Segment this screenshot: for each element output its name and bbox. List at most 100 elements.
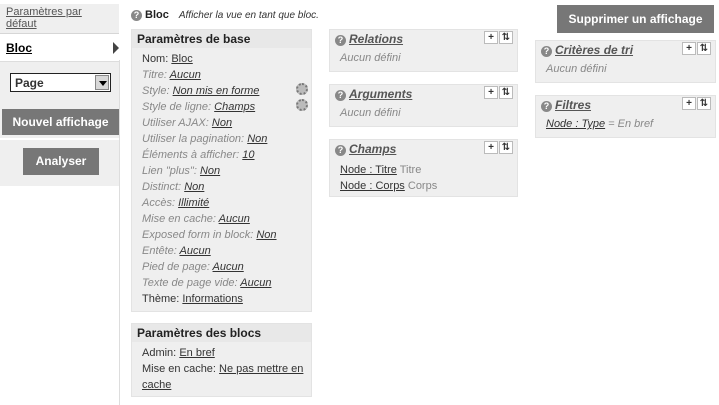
setting-label: Mise en cache: — [142, 213, 216, 225]
display-type-value: Page — [15, 76, 44, 90]
block-cache-row-cont: cache — [132, 377, 311, 393]
setting-label: Style de ligne: — [142, 101, 212, 113]
gear-icon[interactable] — [296, 99, 308, 111]
filter-link[interactable]: Node : Type — [546, 118, 605, 130]
display-type-select[interactable]: Page — [10, 73, 111, 92]
block-cache-link-cont[interactable]: cache — [142, 379, 171, 391]
arguments-panel: ? Arguments + ⇅ Aucun défini — [329, 84, 518, 127]
plus-icon[interactable]: + — [682, 97, 696, 110]
block-cache-link[interactable]: Ne pas mettre en — [219, 363, 303, 375]
setting-label: Distinct: — [142, 181, 182, 193]
display-header: ? Bloc Afficher la vue en tant que bloc. — [131, 9, 319, 23]
setting-row: Titre: Aucun — [132, 67, 311, 83]
field-item: Node : Titre Titre — [340, 162, 437, 178]
setting-value-link[interactable]: 10 — [242, 149, 254, 161]
setting-label: Style: — [142, 85, 170, 97]
setting-value-link[interactable]: Illimité — [178, 197, 209, 209]
setting-value-link[interactable]: Informations — [182, 293, 243, 305]
setting-row: Éléments à afficher: 10 — [132, 147, 311, 163]
relations-title[interactable]: Relations — [349, 32, 403, 46]
setting-row: Entête: Aucun — [132, 243, 311, 259]
setting-value-link[interactable]: Aucun — [213, 261, 244, 273]
sort-title[interactable]: Critères de tri — [555, 43, 633, 57]
filter-value: = En bref — [608, 118, 654, 130]
gear-icon[interactable] — [296, 83, 308, 95]
question-icon[interactable]: ? — [335, 144, 346, 156]
active-tab-arrow-icon — [113, 42, 119, 54]
relations-panel: ? Relations + ⇅ Aucun défini — [329, 29, 518, 72]
setting-row: Distinct: Non — [132, 179, 311, 195]
basic-settings-title: Paramètres de base — [132, 30, 311, 48]
setting-label: Éléments à afficher: — [142, 149, 240, 161]
question-icon[interactable]: ? — [541, 45, 552, 57]
setting-value-link[interactable]: Bloc — [171, 53, 192, 65]
question-icon[interactable]: ? — [335, 34, 346, 46]
display-description: Afficher la vue en tant que bloc. — [178, 10, 319, 21]
field-link[interactable]: Node : Titre — [340, 164, 397, 176]
setting-value-link[interactable]: Champs — [214, 101, 255, 113]
admin-label: Admin: — [142, 347, 177, 359]
setting-value-link[interactable]: Non — [184, 181, 204, 193]
setting-row: Style de ligne: Champs — [132, 99, 311, 115]
divider — [0, 138, 119, 140]
question-icon[interactable]: ? — [335, 89, 346, 101]
field-item: Node : Corps Corps — [340, 178, 437, 194]
setting-value-link[interactable]: Non — [247, 133, 267, 145]
filters-title[interactable]: Filtres — [555, 98, 591, 112]
setting-row: Texte de page vide: Aucun — [132, 275, 311, 291]
up-down-arrows-icon[interactable]: ⇅ — [499, 86, 513, 99]
filter-item: Node : Type = En bref — [546, 118, 653, 130]
block-cache-row: Mise en cache: Ne pas mettre en — [132, 361, 311, 377]
plus-icon[interactable]: + — [484, 141, 498, 154]
setting-value-link[interactable]: Aucun — [240, 277, 271, 289]
tab-default-settings[interactable]: Paramètres par défaut — [0, 4, 119, 34]
up-down-arrows-icon[interactable]: ⇅ — [697, 97, 711, 110]
chevron-down-icon[interactable] — [95, 75, 109, 90]
setting-value-link[interactable]: Aucun — [180, 245, 211, 257]
arguments-empty: Aucun défini — [340, 107, 401, 119]
new-display-button[interactable]: Nouvel affichage — [2, 109, 119, 135]
plus-icon[interactable]: + — [484, 31, 498, 44]
admin-value-link[interactable]: En bref — [179, 347, 214, 359]
setting-row: Exposed form in block: Non — [132, 227, 311, 243]
field-link[interactable]: Node : Corps — [340, 180, 405, 192]
analyse-button[interactable]: Analyser — [23, 148, 99, 175]
setting-label: Lien "plus": — [142, 165, 197, 177]
setting-value-link[interactable]: Non — [212, 117, 232, 129]
setting-row: Accès: Illimité — [132, 195, 311, 211]
fields-title[interactable]: Champs — [349, 142, 396, 156]
add-display-box: Page Nouvel affichage Analyser — [0, 61, 119, 186]
relations-empty: Aucun défini — [340, 52, 401, 64]
block-settings-panel: Paramètres des blocs Admin: En bref Mise… — [131, 323, 312, 397]
setting-label: Titre: — [142, 69, 167, 81]
up-down-arrows-icon[interactable]: ⇅ — [499, 141, 513, 154]
display-tabs-column: Paramètres par défaut Bloc Page Nouvel a… — [0, 0, 120, 405]
plus-icon[interactable]: + — [484, 86, 498, 99]
delete-display-button[interactable]: Supprimer un affichage — [557, 5, 714, 33]
relations-header: ? Relations + ⇅ — [330, 30, 517, 48]
display-title: Bloc — [145, 9, 169, 21]
up-down-arrows-icon[interactable]: ⇅ — [697, 42, 711, 55]
setting-row: Style: Non mis en forme — [132, 83, 311, 99]
fields-panel: ? Champs + ⇅ Node : Titre Titre Node : Cor… — [329, 139, 518, 197]
fields-header: ? Champs + ⇅ — [330, 140, 517, 158]
question-icon[interactable]: ? — [131, 9, 142, 21]
setting-value-link[interactable]: Aucun — [170, 69, 201, 81]
setting-row: Nom: Bloc — [132, 51, 311, 67]
setting-value-link[interactable]: Non — [256, 229, 276, 241]
setting-value-link[interactable]: Non — [200, 165, 220, 177]
setting-value-link[interactable]: Aucun — [219, 213, 250, 225]
field-label: Titre — [399, 164, 422, 176]
basic-settings-panel: Paramètres de base Nom: Bloc Titre: Aucun… — [131, 29, 312, 312]
up-down-arrows-icon[interactable]: ⇅ — [499, 31, 513, 44]
plus-icon[interactable]: + — [682, 42, 696, 55]
setting-label: Accès: — [142, 197, 176, 209]
setting-row: Pied de page: Aucun — [132, 259, 311, 275]
arguments-title[interactable]: Arguments — [349, 87, 412, 101]
setting-label: Utiliser la pagination: — [142, 133, 245, 145]
setting-row: Thème: Informations — [132, 291, 311, 307]
setting-row: Mise en cache: Aucun — [132, 211, 311, 227]
setting-value-link[interactable]: Non mis en forme — [173, 85, 260, 97]
tab-bloc[interactable]: Bloc — [0, 36, 120, 60]
question-icon[interactable]: ? — [541, 100, 552, 112]
